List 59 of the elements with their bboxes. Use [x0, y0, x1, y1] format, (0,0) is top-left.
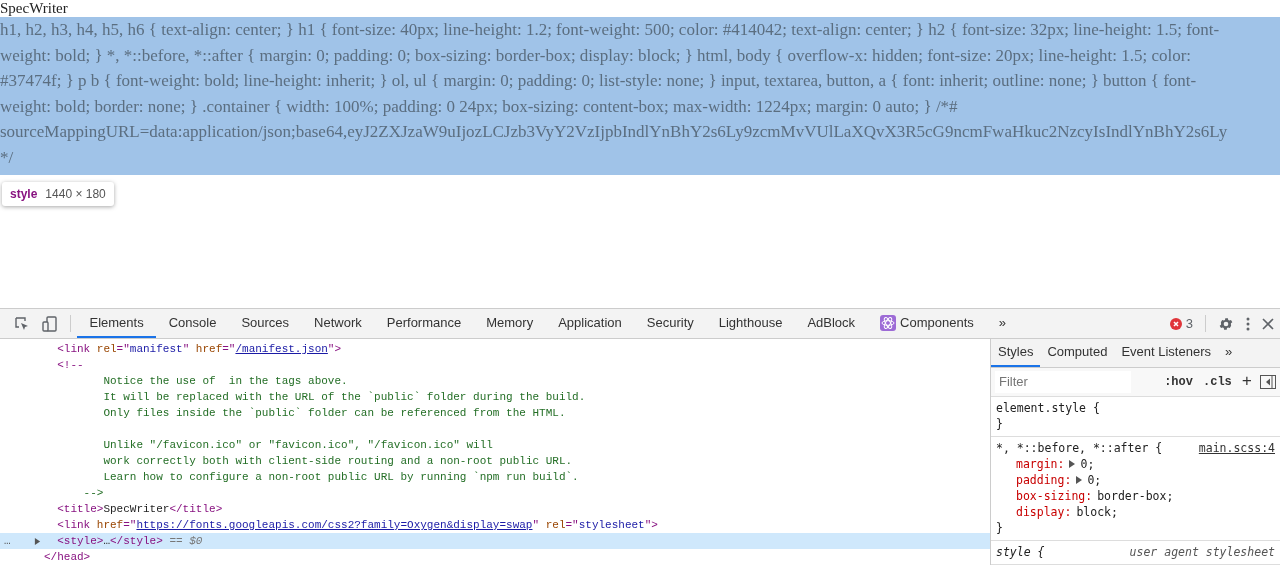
- style-text-line: weight: bold; border: none; } .container { width: 100%; padding: 0 24px; box-sizing: content-box; max-width: 1224px; margin: 0 auto; } /*#: [0, 95, 958, 118]
- rule-selector: *, *::before, *::after {: [996, 440, 1163, 456]
- rule-selector: style {: [996, 544, 1045, 560]
- sidebar-toggle-icon[interactable]: [1260, 374, 1276, 389]
- style-text-line: */: [0, 146, 14, 169]
- dom-line[interactable]: -->: [0, 485, 990, 501]
- style-text-line: #37474f; } p b { font-weight: bold; line-height: inherit; } ol, ul { margin: 0; padding: 0; list-style: none; } input, textarea, button, a { font: inherit; outline: none; } button { font-: [0, 70, 1197, 93]
- devtools-tab[interactable]: Sources: [228, 309, 302, 338]
- class-button[interactable]: .cls: [1201, 374, 1234, 389]
- dom-line[interactable]: <link rel="manifest" href="/manifest.json">: [0, 341, 990, 357]
- dom-line[interactable]: <title>SpecWriter</title>: [0, 501, 990, 517]
- react-icon: [880, 314, 897, 331]
- hover-state-button[interactable]: :hov: [1162, 374, 1195, 389]
- style-text-line: h1, h2, h3, h4, h5, h6 { text-align: center; } h1 { font-size: 40px; line-height: 1.2; font-weight: 500; color: #414042; text-align: center; } h2 { font-size: 32px; line-height: 1.5; font-: [0, 19, 1220, 41]
- expand-triangle-icon[interactable]: [1069, 460, 1076, 468]
- dom-line[interactable]: <link href="https://fonts.googleapis.com/css2?family=Oxygen&display=swap" rel="stylesheet">: [0, 517, 990, 533]
- devtools-tab[interactable]: Memory: [473, 309, 546, 338]
- style-text-line: weight: bold; } *, *::before, *::after { margin: 0; padding: 0; box-sizing: border-box; display: block; } html, body { overflow-x: hidden; font-size: 20px; line-height: 1.5; color:: [0, 44, 1192, 67]
- dom-line[interactable]: Only files inside the `public` folder can be referenced from the HTML.: [0, 405, 990, 421]
- source-link[interactable]: main.scss:4: [1198, 440, 1275, 456]
- sidebar-tab[interactable]: Computed: [1040, 339, 1115, 367]
- dom-line[interactable]: <!--: [0, 357, 990, 373]
- style-declaration: box-sizing: border-box;: [1015, 488, 1174, 504]
- tooltip-size: 1440 × 180: [45, 187, 106, 201]
- dom-line[interactable]: Unlike "/favicon.ico" or "favicon.ico", "/favicon.ico" will: [0, 437, 990, 453]
- devtools-tab[interactable]: Application: [545, 309, 635, 338]
- devtools-tab[interactable]: Performance: [374, 309, 474, 338]
- dom-line[interactable]: It will be replaced with the URL of the `public` folder during the build.: [0, 389, 990, 405]
- style-declaration: margin: 0;: [1015, 456, 1095, 472]
- sidebar-tab[interactable]: Styles: [991, 339, 1041, 367]
- rule-source: user agent stylesheet: [1129, 544, 1275, 560]
- expand-triangle-icon[interactable]: [34, 537, 41, 545]
- devtools-tab[interactable]: Console: [156, 309, 229, 338]
- expand-triangle-icon[interactable]: [1076, 476, 1083, 484]
- tooltip-tag: style: [10, 187, 38, 201]
- rule-brace: }: [996, 520, 1003, 536]
- devtools-tab[interactable]: Lighthouse: [706, 309, 795, 338]
- rule-brace: }: [996, 416, 1003, 432]
- devtools-tab[interactable]: Security: [634, 309, 707, 338]
- sidebar-tab[interactable]: Event Listeners: [1114, 339, 1218, 367]
- dom-line[interactable]: work correctly both with client-side routing and a non-root public URL.: [0, 453, 990, 469]
- new-rule-button[interactable]: +: [1239, 372, 1254, 392]
- devtools-tab[interactable]: Network: [301, 309, 375, 338]
- devtools-tab[interactable]: Components: [867, 309, 987, 338]
- error-count[interactable]: 3: [1163, 309, 1199, 338]
- error-icon: [1169, 317, 1182, 330]
- dom-line[interactable]: Learn how to configure a non-root public URL by running `npm run build`.: [0, 469, 990, 485]
- page-title: SpecWriter: [0, 0, 68, 17]
- style-text-line: sourceMappingURL=data:application/json;base64,eyJ2ZXJzaW9uIjozLCJzb3VyY2VzIjpbIndlYnBhY2s6Ly9zcmMvVUlLaXQvX3R5cG9ncmFwaHkuc2NzcyIsIndlYnBhY2s6Ly: [0, 121, 1228, 144]
- more-tabs-button[interactable]: »: [1218, 339, 1240, 367]
- devtools-tab[interactable]: AdBlock: [794, 309, 868, 338]
- devtools-tab[interactable]: Elements: [77, 309, 157, 338]
- filter-field[interactable]: Filter: [995, 370, 1131, 393]
- rule-selector: element.style {: [996, 400, 1100, 416]
- more-tabs-button[interactable]: »: [986, 309, 1019, 338]
- dom-line[interactable]: Notice the use of in the tags above.: [0, 373, 990, 389]
- dom-line[interactable]: </head>: [0, 549, 990, 565]
- style-declaration: padding: 0;: [1015, 472, 1102, 488]
- style-declaration: display: block;: [1015, 504, 1118, 520]
